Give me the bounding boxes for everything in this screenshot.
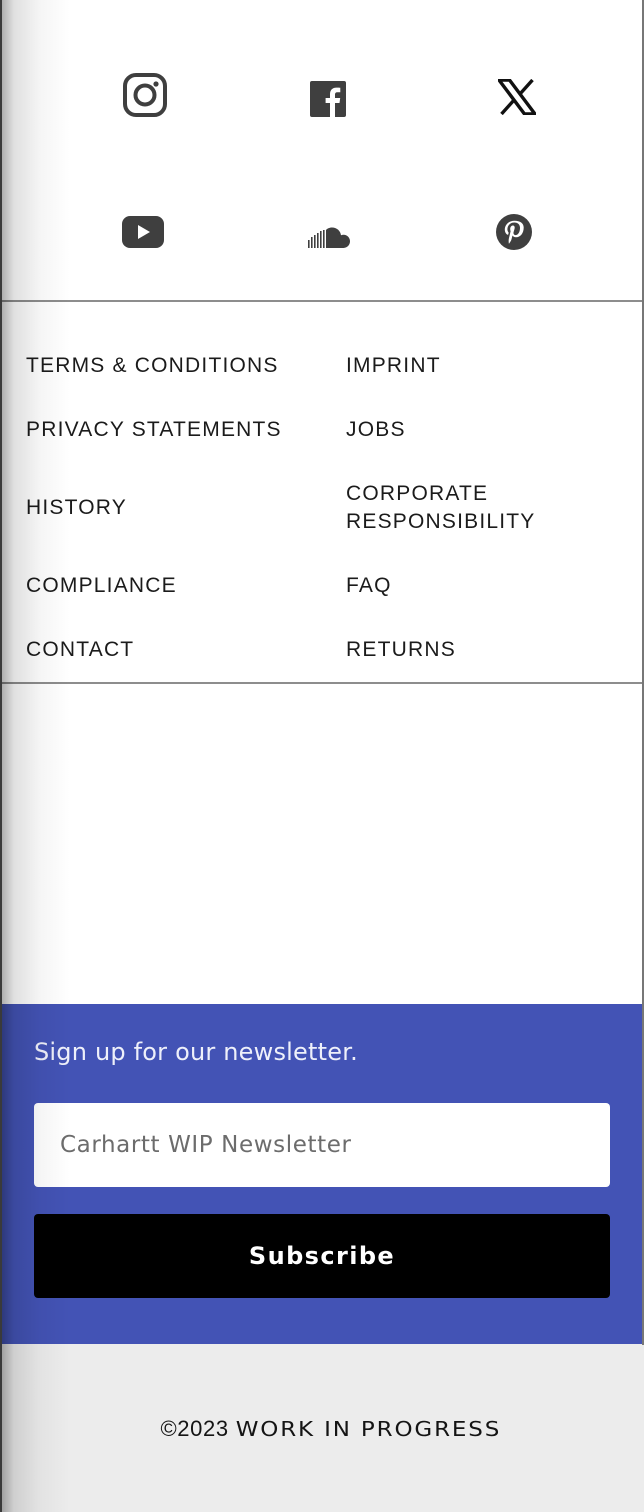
link-contact[interactable]: CONTACT (26, 636, 134, 664)
x-icon (498, 79, 536, 115)
youtube-icon (122, 216, 164, 248)
divider-top (0, 300, 644, 302)
subscribe-button[interactable]: Subscribe (34, 1214, 610, 1298)
instagram-icon (123, 73, 167, 117)
copyright-bar: ©2023 WORK IN PROGRESS (0, 1344, 644, 1512)
link-corporate-responsibility[interactable]: CORPORATE RESPONSIBILITY (346, 480, 536, 536)
soundcloud-link[interactable] (299, 208, 359, 268)
facebook-icon (310, 81, 346, 117)
soundcloud-icon (308, 227, 350, 248)
copyright-year: ©2023 (160, 1416, 229, 1441)
x-link[interactable] (487, 67, 547, 127)
link-imprint[interactable]: IMPRINT (346, 352, 441, 380)
footer-page: TERMS & CONDITIONS PRIVACY STATEMENTS HI… (0, 0, 644, 1512)
social-icons (0, 0, 644, 300)
newsletter-title: Sign up for our newsletter. (34, 1038, 358, 1066)
divider-bottom (0, 682, 644, 684)
link-compliance[interactable]: COMPLIANCE (26, 572, 177, 600)
link-faq[interactable]: FAQ (346, 572, 392, 600)
pinterest-link[interactable] (484, 202, 544, 262)
link-jobs[interactable]: JOBS (346, 416, 406, 444)
link-privacy[interactable]: PRIVACY STATEMENTS (26, 416, 282, 444)
link-terms[interactable]: TERMS & CONDITIONS (26, 352, 279, 380)
instagram-link[interactable] (115, 65, 175, 125)
newsletter-email-input[interactable] (34, 1103, 610, 1187)
youtube-link[interactable] (113, 202, 173, 262)
brand-name: WORK IN PROGRESS (235, 1417, 501, 1441)
link-history[interactable]: HISTORY (26, 494, 127, 522)
facebook-link[interactable] (298, 69, 358, 129)
newsletter-section: Sign up for our newsletter. Subscribe (0, 1004, 644, 1344)
copyright-text: ©2023 WORK IN PROGRESS (0, 1416, 644, 1442)
pinterest-icon (496, 214, 532, 250)
link-returns[interactable]: RETURNS (346, 636, 456, 664)
